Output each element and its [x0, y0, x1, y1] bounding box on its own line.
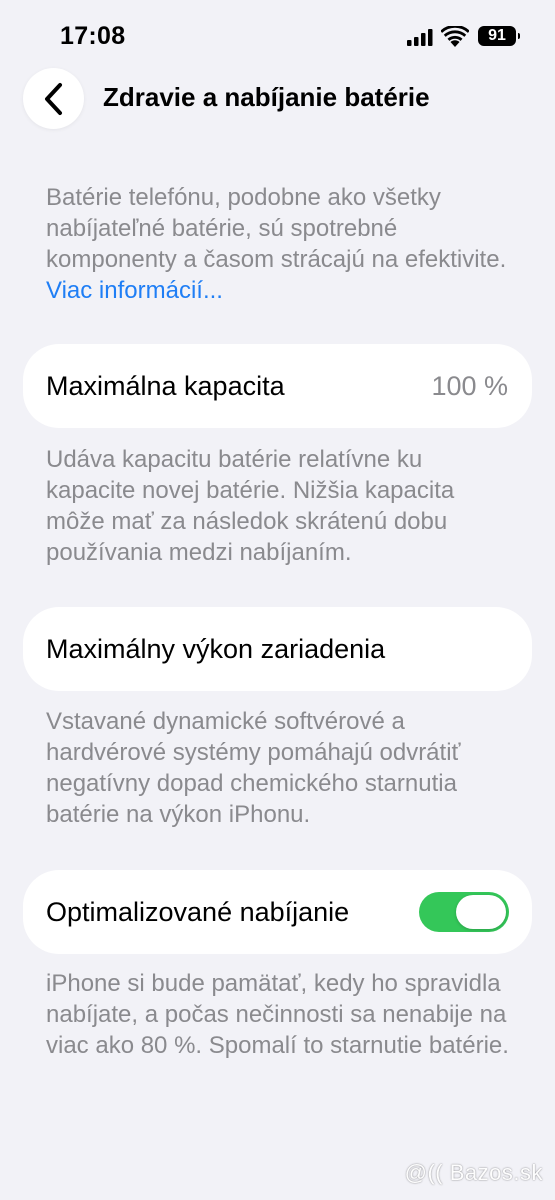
status-time: 17:08 — [60, 22, 126, 50]
status-bar: 17:08 91 — [0, 0, 555, 70]
peak-performance-label: Maximálny výkon zariadenia — [46, 634, 386, 664]
intro-body: Batérie telefónu, podobne ako všetky nab… — [46, 184, 507, 273]
intro-text: Batérie telefónu, podobne ako všetky nab… — [46, 182, 516, 306]
optimized-charging-description: iPhone si bude pamätať, kedy ho spravidl… — [46, 970, 509, 1059]
battery-level: 91 — [488, 27, 506, 44]
max-capacity-card: Maximálna kapacita 100 % — [23, 344, 532, 428]
peak-performance-description: Vstavané dynamické softvérové a hardvéro… — [46, 708, 461, 828]
max-capacity-description: Udáva kapacitu batérie relatívne ku kapa… — [46, 446, 455, 566]
wifi-icon — [441, 26, 469, 47]
max-capacity-label: Maximálna kapacita — [46, 371, 285, 401]
chevron-left-icon — [44, 82, 62, 115]
optimized-charging-card: Optimalizované nabíjanie — [23, 870, 532, 954]
battery-icon: 91 — [478, 26, 520, 46]
screen: 17:08 91 Zdravie a nabíjanie batérie Bat… — [0, 0, 555, 1200]
optimized-charging-label: Optimalizované nabíjanie — [46, 897, 350, 927]
page-title: Zdravie a nabíjanie batérie — [103, 82, 430, 112]
more-info-link[interactable]: Viac informácií... — [46, 277, 223, 304]
peak-performance-card: Maximálny výkon zariadenia — [23, 607, 532, 691]
toggle-knob — [456, 895, 506, 929]
back-button[interactable] — [23, 68, 84, 129]
watermark-logo: @(( Bazos.sk — [404, 1160, 543, 1185]
signal-icon — [407, 29, 433, 46]
max-capacity-value: 100 % — [431, 371, 508, 401]
optimized-charging-toggle[interactable] — [419, 892, 509, 932]
